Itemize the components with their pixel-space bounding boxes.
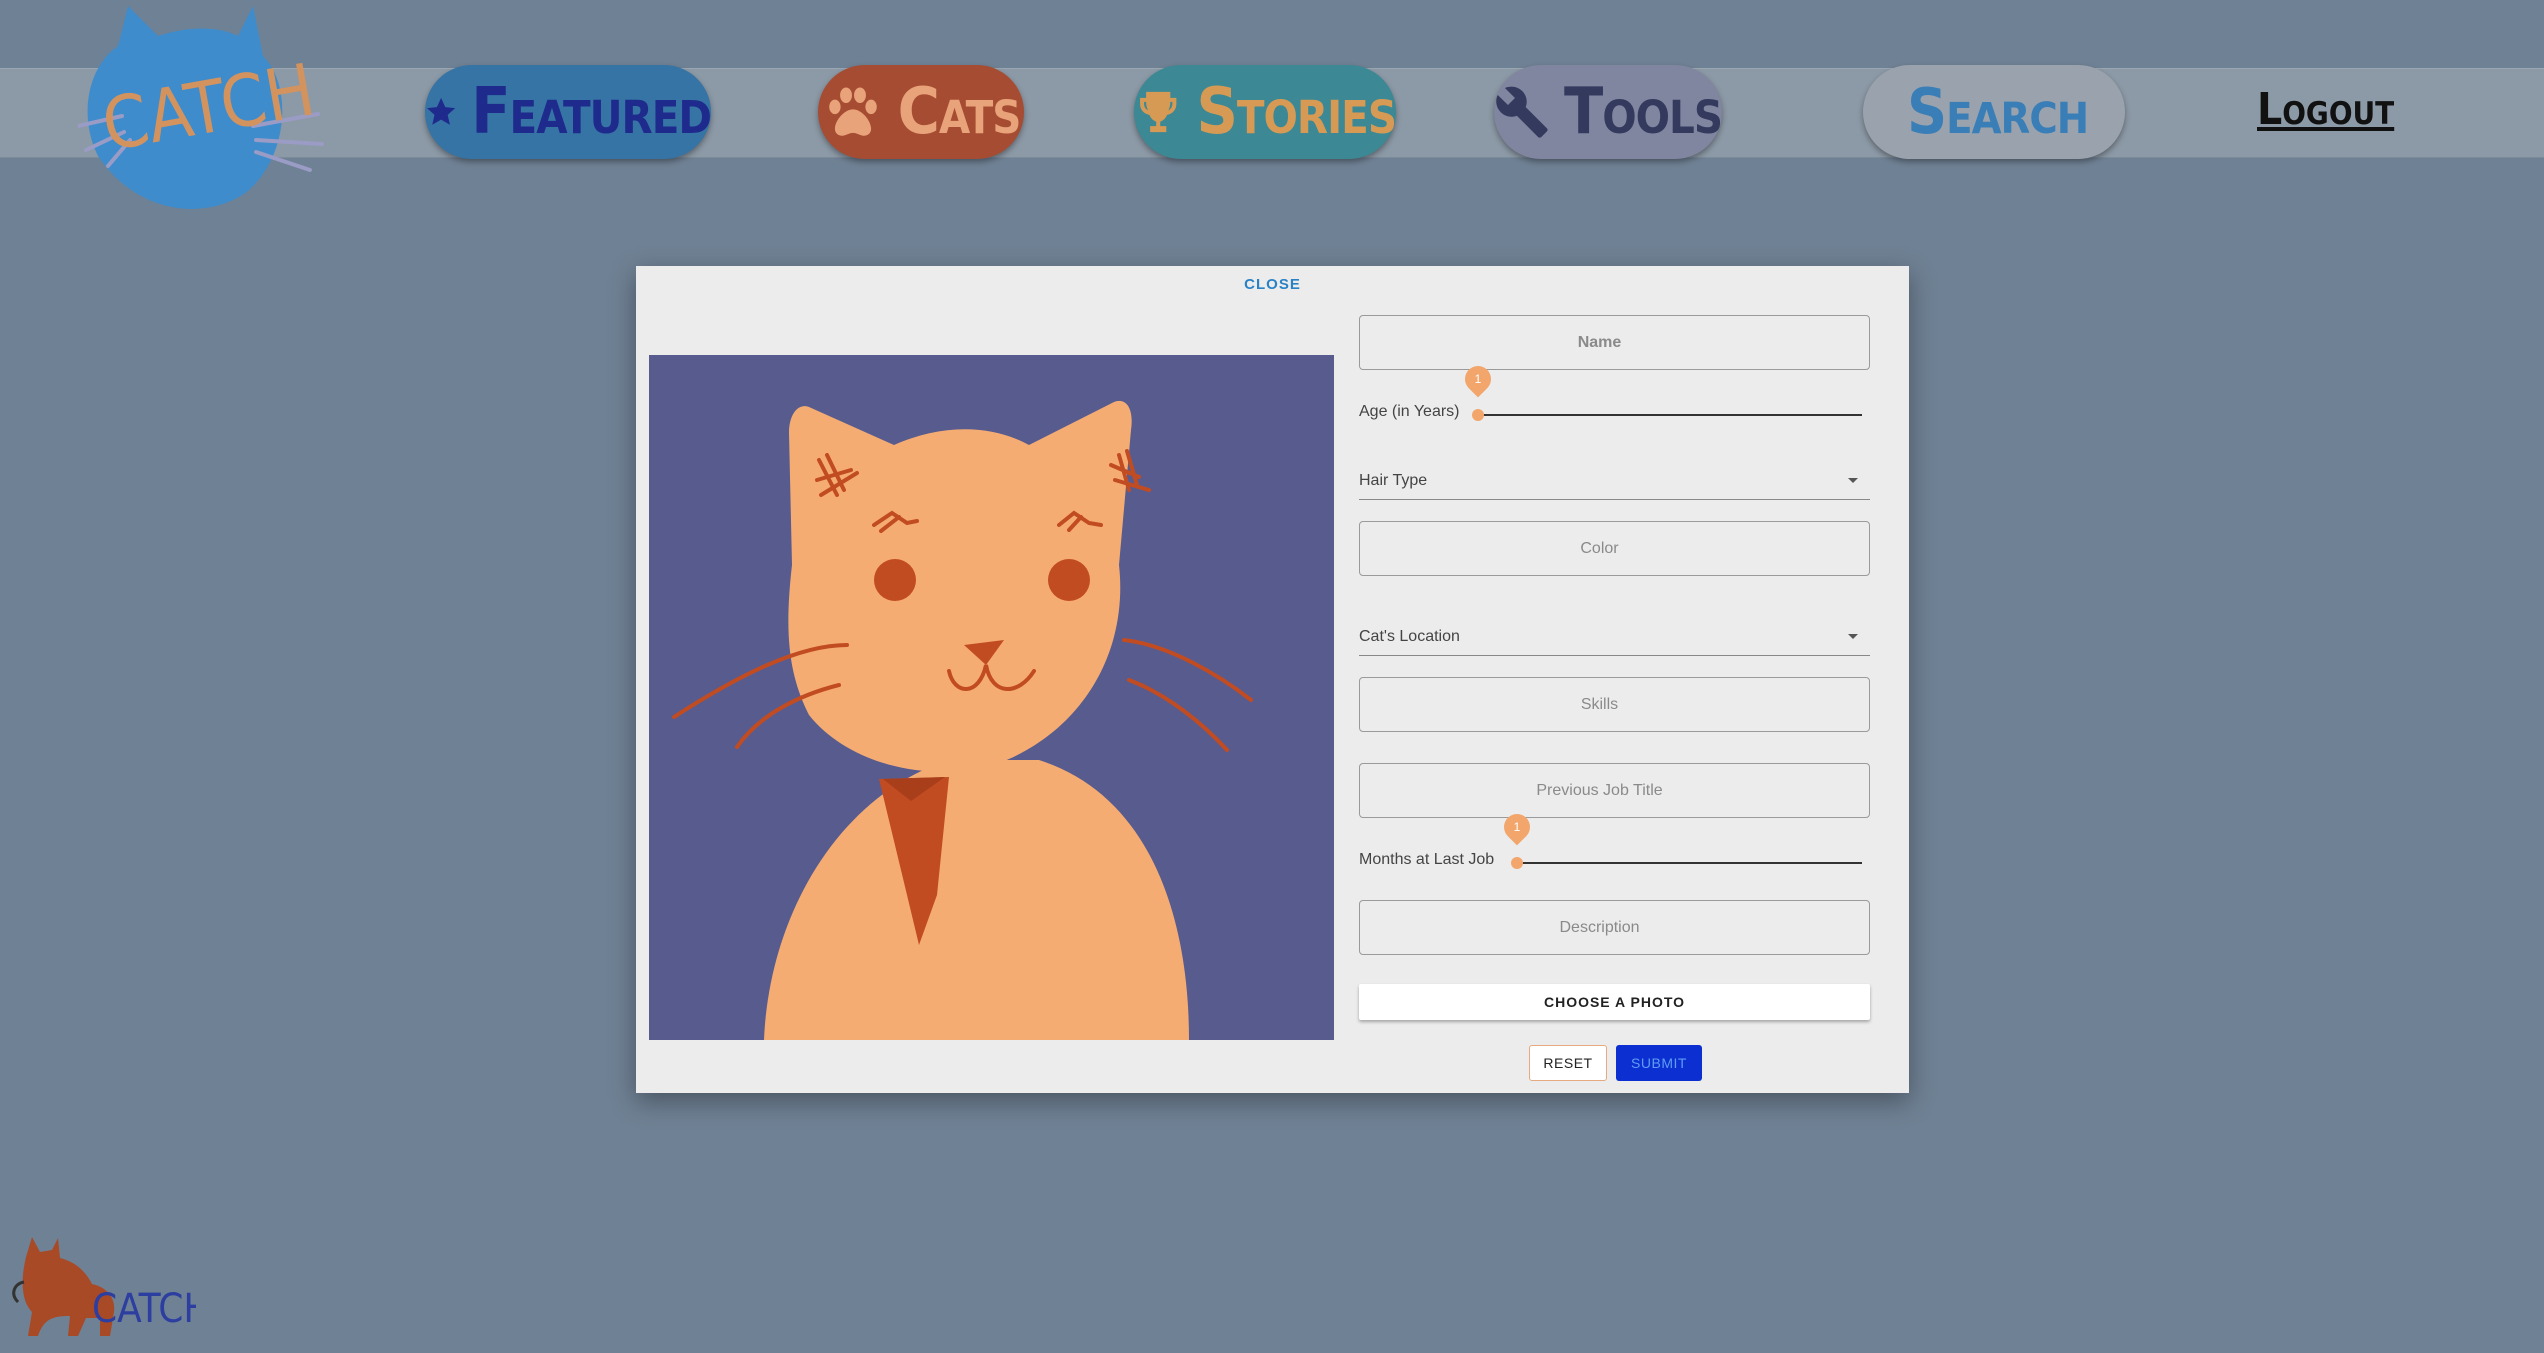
description-field[interactable]: Description [1359,900,1870,955]
color-placeholder: Color [1580,539,1619,557]
nav-stories-button[interactable]: Stories [1134,65,1397,159]
color-field[interactable]: Color [1359,521,1870,576]
age-value-bubble: 1 [1459,360,1497,398]
chevron-down-icon [1848,634,1858,639]
choose-photo-button[interactable]: CHOOSE A PHOTO [1359,984,1870,1020]
age-value: 1 [1474,372,1482,386]
trophy-icon [1140,91,1177,133]
hair-type-select[interactable]: Hair Type [1359,469,1870,500]
months-label: Months at Last Job [1359,851,1495,868]
cat-form: Name Age (in Years) 1 Hair Type Color Ca… [1359,266,1871,1093]
nav-tools-button[interactable]: Tools [1494,65,1723,159]
nav-search-label: Search [1907,75,2089,148]
previous-job-field[interactable]: Previous Job Title [1359,763,1870,818]
catch-logo[interactable]: CATCH [78,6,338,226]
previous-job-placeholder: Previous Job Title [1536,781,1663,799]
age-slider-row: Age (in Years) 1 [1359,360,1870,430]
age-label: Age (in Years) [1359,403,1460,420]
age-slider-track[interactable] [1480,414,1862,416]
nav-cats-button[interactable]: Cats [818,65,1024,159]
cat-preview-image [649,355,1334,1040]
months-value-bubble: 1 [1498,808,1536,846]
skills-placeholder: Skills [1580,695,1619,713]
chevron-down-icon [1848,478,1858,483]
submit-button[interactable]: SUBMIT [1616,1045,1702,1081]
name-field[interactable]: Name [1359,315,1870,370]
nav-featured-button[interactable]: Featured [425,65,712,159]
nav-cats-label: Cats [897,75,1022,149]
location-label: Cat's Location [1359,628,1460,645]
footer-logo: CATCH [12,1237,196,1336]
svg-text:CATCH: CATCH [92,1286,196,1332]
months-slider-track[interactable] [1519,862,1862,864]
name-placeholder: Name [1577,333,1622,351]
age-slider-thumb[interactable] [1472,409,1484,421]
nav-featured-label: Featured [471,75,712,149]
months-slider-thumb[interactable] [1511,857,1523,869]
nav-tools-label: Tools [1563,75,1723,149]
reset-button[interactable]: RESET [1529,1045,1607,1081]
paw-icon [828,87,877,136]
months-slider-row: Months at Last Job 1 [1359,808,1870,878]
hair-type-label: Hair Type [1359,472,1428,489]
wrench-icon [1496,86,1548,138]
nav-stories-label: Stories [1196,75,1397,149]
description-placeholder: Description [1559,918,1640,936]
add-cat-modal: CLOSE Name Age (in Years) 1 Hair Type Co… [636,266,1909,1093]
skills-field[interactable]: Skills [1359,677,1870,732]
star-icon [427,97,456,125]
logout-link[interactable]: Logout [2257,84,2394,135]
location-select[interactable]: Cat's Location [1359,625,1870,656]
months-value: 1 [1513,820,1521,834]
nav-search-box[interactable]: Search [1863,65,2125,159]
